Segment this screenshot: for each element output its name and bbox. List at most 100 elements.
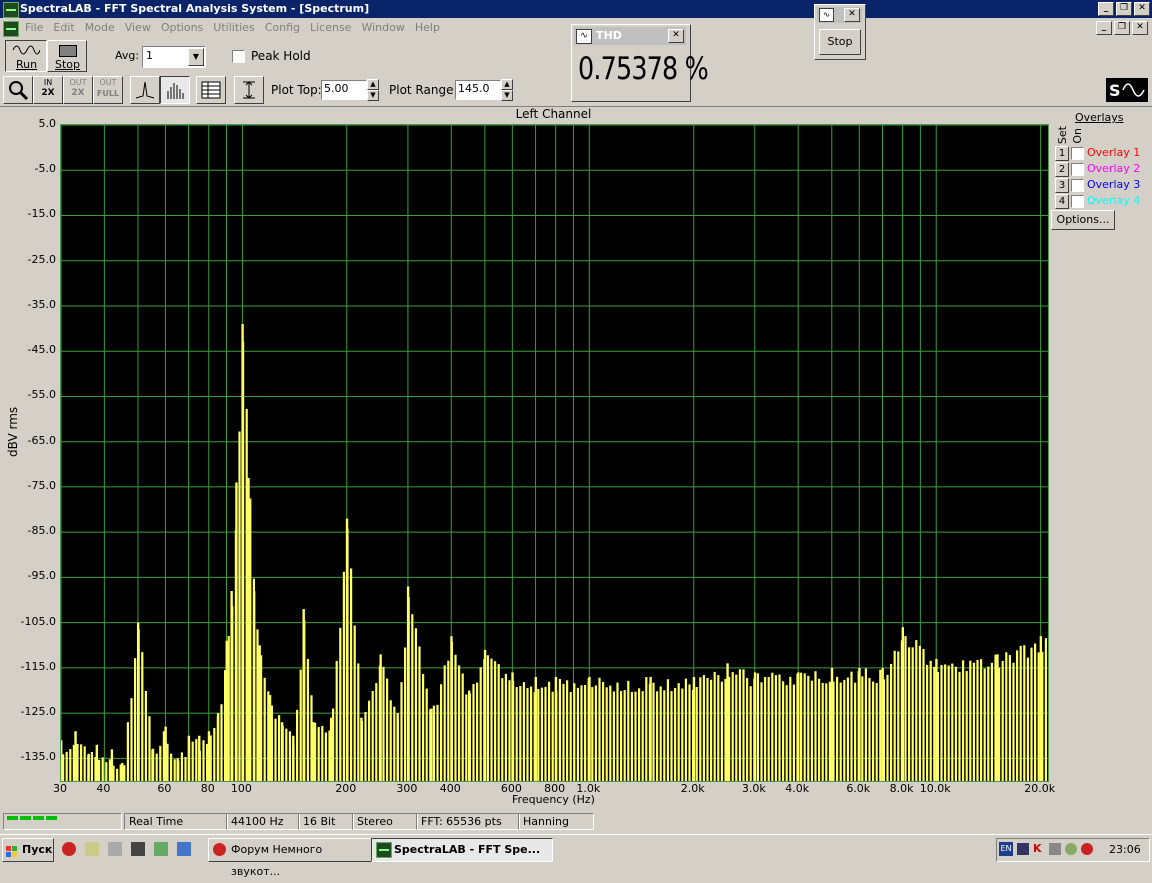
spectrum-bar [422, 673, 425, 781]
quicklaunch-icon[interactable] [131, 842, 145, 856]
opera-icon[interactable] [62, 842, 76, 856]
mdi-restore-icon[interactable]: ❐ [1114, 21, 1130, 35]
spectrum-bar [465, 694, 468, 781]
avg-select[interactable]: 1 ▼ [142, 46, 206, 68]
menu-config[interactable]: Config [260, 18, 305, 38]
task-spectralab-label: SpectraLAB - FFT Spe... [394, 843, 541, 856]
spectrum-bar [792, 684, 795, 781]
spectrum-bar [227, 636, 230, 781]
vertical-scale-button[interactable] [234, 76, 264, 104]
power-icon[interactable] [1081, 843, 1093, 855]
mdi-close-icon[interactable]: ✕ [1132, 21, 1148, 35]
spectrum-peak [534, 676, 537, 781]
close-icon[interactable]: ✕ [1134, 2, 1150, 16]
menu-utilities[interactable]: Utilities [208, 18, 259, 38]
chevron-down-icon[interactable]: ▼ [188, 48, 204, 66]
spectrum-bar [69, 748, 72, 781]
spectrum-bar [836, 676, 839, 781]
spectrum-bar [602, 681, 605, 781]
spin-up-icon[interactable]: ▲ [501, 79, 513, 90]
quicklaunch-icon[interactable] [85, 842, 99, 856]
minimize-icon[interactable]: _ [1098, 2, 1114, 16]
system-tray: EN K 23:06 [996, 838, 1150, 862]
network-icon[interactable] [1017, 843, 1029, 855]
overlay-on-checkbox[interactable] [1071, 179, 1084, 192]
spectrum-bar [105, 762, 108, 781]
spectrum-bar [735, 674, 738, 781]
stop-window-close-icon[interactable]: ✕ [844, 8, 860, 22]
peak-hold-checkbox[interactable] [232, 50, 245, 63]
spectrum-bar [814, 671, 817, 781]
plot-range-input[interactable]: 145.0 [455, 80, 501, 100]
overlay-options-dialog-button[interactable]: Options... [1051, 210, 1115, 230]
x-tick-label: 200 [335, 782, 357, 795]
menu-mode[interactable]: Mode [80, 18, 120, 38]
spectrum-plot[interactable] [60, 124, 1049, 782]
tray-icon[interactable] [1065, 843, 1077, 855]
overlay-on-checkbox[interactable] [1071, 163, 1084, 176]
menu-options[interactable]: Options [156, 18, 208, 38]
overlay-set-button[interactable]: 4 [1055, 194, 1069, 209]
spectrum-peak [164, 726, 167, 781]
x-tick-label: 1.0k [576, 782, 601, 795]
overlay-options-button[interactable] [196, 76, 226, 104]
spectrum-bar [389, 700, 392, 781]
spectrum-bar [724, 678, 727, 781]
overlay-on-checkbox[interactable] [1071, 147, 1084, 160]
language-indicator[interactable]: EN [999, 842, 1013, 856]
spectrum-bar [958, 671, 961, 781]
mdi-minimize-icon[interactable]: _ [1096, 21, 1112, 35]
task-browser[interactable]: Форум Немного звукот... [208, 838, 372, 878]
spin-down-icon[interactable]: ▼ [367, 90, 379, 101]
start-button[interactable]: Пуск [2, 838, 54, 862]
spectrum-bar [620, 690, 623, 781]
spectrum-bar [915, 640, 918, 781]
start-label: Пуск [22, 843, 53, 856]
plot-top-input[interactable]: 5.00 [321, 80, 367, 100]
spectrum-bar [670, 691, 673, 781]
quicklaunch-icon[interactable] [154, 842, 168, 856]
spectrum-svg [60, 124, 1048, 781]
line-plot-button[interactable] [130, 76, 160, 104]
spectrum-bar [947, 665, 950, 781]
status-window: Hanning [518, 813, 594, 830]
menu-window[interactable]: Window [356, 18, 409, 38]
thd-close-icon[interactable]: ✕ [668, 29, 684, 43]
spin-up-icon[interactable]: ▲ [367, 79, 379, 90]
spectrum-bar [951, 663, 954, 781]
quicklaunch-icon[interactable] [177, 842, 191, 856]
spectrum-bar [299, 669, 302, 781]
spectrum-bar [184, 757, 187, 781]
spectrum-bar [983, 668, 986, 781]
spectrum-bar [944, 664, 947, 781]
spectrum-bar [926, 664, 929, 781]
spin-down-icon[interactable]: ▼ [501, 90, 513, 101]
quicklaunch-icon[interactable] [108, 842, 122, 856]
bar-plot-button[interactable] [160, 76, 190, 104]
stop-window-button[interactable]: Stop [819, 29, 861, 55]
spectrum-bar [821, 682, 824, 781]
antivirus-icon[interactable]: K [1033, 843, 1045, 855]
overlay-set-button[interactable]: 2 [1055, 162, 1069, 177]
tray-icon[interactable] [1049, 843, 1061, 855]
overlay-set-button[interactable]: 3 [1055, 178, 1069, 193]
spectrum-bar [908, 647, 911, 781]
overlay-set-button[interactable]: 1 [1055, 146, 1069, 161]
spectrum-bar [713, 671, 716, 781]
spectrum-bar [911, 647, 914, 781]
task-spectralab[interactable]: SpectraLAB - FFT Spe... [371, 838, 553, 862]
restore-icon[interactable]: ❐ [1116, 2, 1132, 16]
overlay-on-checkbox[interactable] [1071, 195, 1084, 208]
plot-top-spinner[interactable]: ▲ ▼ [367, 79, 379, 101]
menu-view[interactable]: View [120, 18, 156, 38]
menu-license[interactable]: License [305, 18, 356, 38]
status-mode: Real Time [124, 813, 228, 830]
zoom-out-button[interactable]: OUT 2X [63, 76, 93, 104]
zoom-full-button[interactable]: OUT FULL [93, 76, 123, 104]
spectrum-bar [800, 672, 803, 781]
menu-help[interactable]: Help [410, 18, 445, 38]
plot-range-spinner[interactable]: ▲ ▼ [501, 79, 513, 101]
overlays-title: Overlays [1075, 111, 1124, 124]
spectrum-bar [173, 759, 176, 781]
spectrum-peak [187, 735, 191, 781]
